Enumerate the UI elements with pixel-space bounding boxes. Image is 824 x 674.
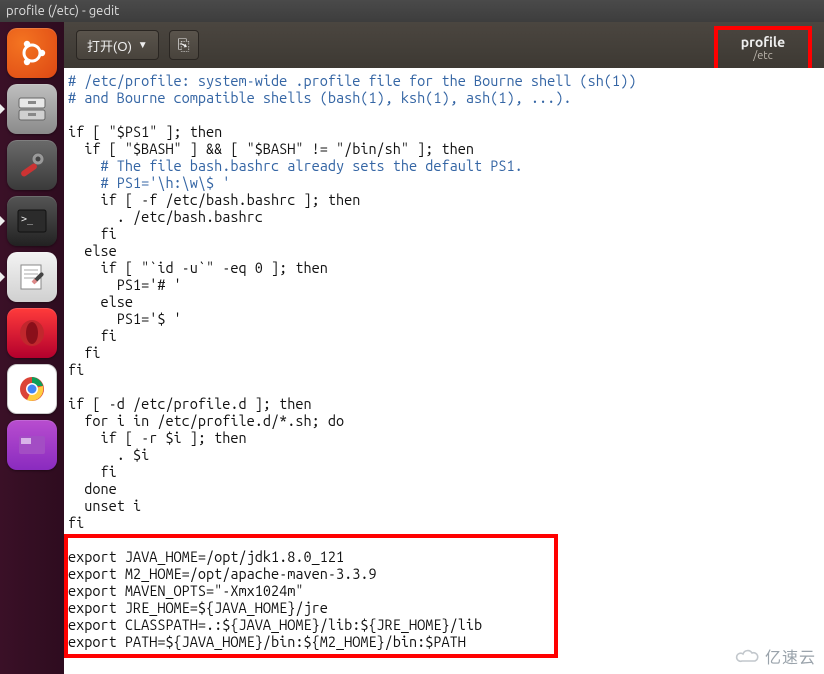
document-name: profile	[718, 34, 808, 50]
code-line: export JRE_HOME=${JAVA_HOME}/jre	[68, 599, 328, 616]
code-line: # /etc/profile: system-wide .profile fil…	[68, 72, 636, 89]
code-line: # The file bash.bashrc already sets the …	[68, 157, 523, 174]
code-line: fi	[68, 327, 117, 344]
open-button-label: 打开(O)	[87, 36, 132, 55]
code-line: PS1='$ '	[68, 310, 182, 327]
code-line: fi	[68, 463, 117, 480]
new-tab-icon: ⎘	[178, 37, 190, 54]
launcher-settings[interactable]	[7, 140, 57, 190]
code-line: fi	[68, 344, 100, 361]
chevron-down-icon: ▼	[138, 40, 148, 51]
svg-text:>_: >_	[21, 214, 34, 225]
text-editor-icon	[17, 262, 47, 292]
editor-pane: 打开(O) ▼ ⎘ profile /etc # /etc/profile: s…	[64, 22, 824, 674]
code-line: . $i	[68, 446, 149, 463]
window-titlebar: profile (/etc) - gedit	[0, 0, 824, 22]
opera-icon	[17, 318, 47, 348]
code-line: fi	[68, 361, 84, 378]
code-line: fi	[68, 514, 84, 531]
code-editor[interactable]: # /etc/profile: system-wide .profile fil…	[64, 68, 824, 674]
code-line: # PS1='\h:\w\$ '	[68, 174, 230, 191]
launcher-gedit[interactable]	[7, 252, 57, 302]
file-cabinet-icon	[17, 96, 47, 122]
code-line: export MAVEN_OPTS="-Xmx1024m"	[68, 582, 303, 599]
code-line: unset i	[68, 497, 141, 514]
code-line: else	[68, 293, 133, 310]
code-line: if [ "$PS1" ]; then	[68, 123, 222, 140]
gedit-toolbar: 打开(O) ▼ ⎘ profile /etc	[64, 22, 824, 68]
code-line: if [ -r $i ]; then	[68, 429, 247, 446]
code-line: export M2_HOME=/opt/apache-maven-3.3.9	[68, 565, 377, 582]
chrome-icon	[17, 374, 47, 404]
code-line: if [ -f /etc/bash.bashrc ]; then	[68, 191, 360, 208]
watermark: 亿速云	[735, 644, 816, 668]
watermark-text: 亿速云	[765, 644, 816, 668]
code-line: if [ "$BASH" ] && [ "$BASH" != "/bin/sh"…	[68, 140, 474, 157]
unity-launcher: >_	[0, 22, 64, 674]
launcher-files[interactable]	[7, 84, 57, 134]
ubuntu-icon	[17, 38, 47, 68]
code-line: for i in /etc/profile.d/*.sh; do	[68, 412, 344, 429]
code-line: else	[68, 242, 117, 259]
workspace-icon	[17, 434, 47, 456]
code-line: export PATH=${JAVA_HOME}/bin:${M2_HOME}/…	[68, 633, 466, 650]
new-tab-button[interactable]: ⎘	[169, 30, 199, 60]
launcher-dash[interactable]	[7, 28, 57, 78]
code-line: export CLASSPATH=.:${JAVA_HOME}/lib:${JR…	[68, 616, 482, 633]
code-line: . /etc/bash.bashrc	[68, 208, 263, 225]
code-line: done	[68, 480, 117, 497]
launcher-chrome[interactable]	[7, 364, 57, 414]
document-path: /etc	[718, 50, 808, 62]
open-button[interactable]: 打开(O) ▼	[76, 30, 159, 60]
terminal-icon: >_	[17, 209, 47, 233]
launcher-workspace[interactable]	[7, 420, 57, 470]
code-line: if [ "`id -u`" -eq 0 ]; then	[68, 259, 328, 276]
code-line: PS1='# '	[68, 276, 182, 293]
launcher-opera[interactable]	[7, 308, 57, 358]
wrench-gear-icon	[16, 149, 48, 181]
cloud-icon	[735, 647, 761, 665]
window-title: profile (/etc) - gedit	[6, 4, 119, 18]
launcher-terminal[interactable]: >_	[7, 196, 57, 246]
code-line: export JAVA_HOME=/opt/jdk1.8.0_121	[68, 548, 344, 565]
code-line: fi	[68, 225, 117, 242]
code-line: if [ -d /etc/profile.d ]; then	[68, 395, 312, 412]
code-line: # and Bourne compatible shells (bash(1),…	[68, 89, 571, 106]
